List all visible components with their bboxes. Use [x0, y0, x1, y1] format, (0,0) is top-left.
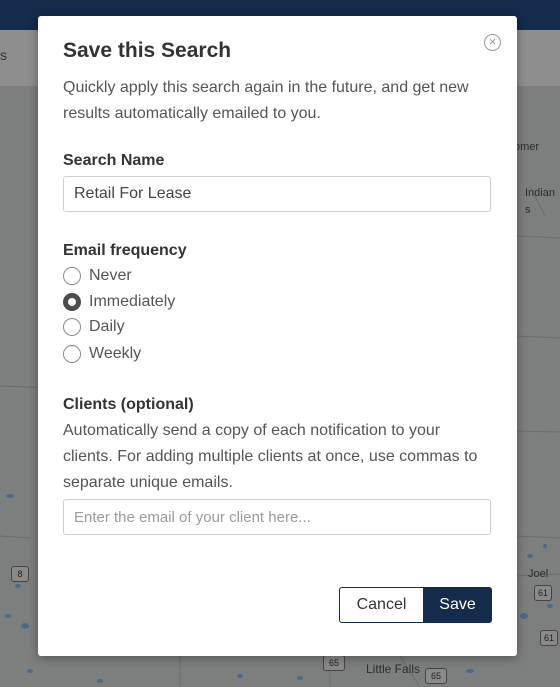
- highway-shield: 61: [534, 585, 552, 601]
- clients-label: Clients (optional): [63, 396, 194, 413]
- save-button[interactable]: Save: [423, 587, 492, 623]
- search-name-label: Search Name: [63, 152, 165, 169]
- email-frequency-label: Email frequency: [63, 242, 187, 259]
- map-place-label: s: [525, 204, 531, 216]
- radio-label: Immediately: [89, 293, 176, 310]
- filter-bar-text: s: [0, 47, 7, 63]
- frequency-option-never[interactable]: Never: [63, 265, 132, 287]
- radio-button[interactable]: [63, 267, 81, 285]
- radio-label: Never: [89, 267, 132, 284]
- modal-subtitle: Quickly apply this search again in the f…: [63, 79, 469, 122]
- highway-shield: 65: [425, 668, 447, 684]
- map-place-label: Little Falls: [366, 662, 421, 676]
- highway-shield: 8: [11, 566, 29, 582]
- frequency-option-daily[interactable]: Daily: [63, 316, 125, 338]
- clients-help-text: Automatically send a copy of each notifi…: [63, 422, 478, 491]
- map-place-label: omer: [514, 141, 540, 153]
- save-search-modal: × Save this Search Quickly apply this se…: [38, 16, 517, 656]
- frequency-option-weekly[interactable]: Weekly: [63, 343, 141, 365]
- client-email-input[interactable]: [63, 499, 491, 535]
- radio-button[interactable]: [63, 345, 81, 363]
- radio-button-selected[interactable]: [63, 293, 81, 311]
- radio-label: Weekly: [89, 345, 142, 362]
- radio-button[interactable]: [63, 318, 81, 336]
- map-place-label: Joel: [528, 568, 549, 580]
- cancel-button[interactable]: Cancel: [339, 587, 424, 623]
- frequency-option-immediately[interactable]: Immediately: [63, 291, 175, 313]
- highway-shield: 65: [323, 655, 345, 671]
- close-circle-icon[interactable]: ×: [484, 34, 501, 51]
- highway-shield: 61: [540, 630, 558, 646]
- map-place-label: Indian: [525, 187, 555, 199]
- modal-title: Save this Search: [63, 39, 232, 62]
- search-name-input[interactable]: [63, 176, 491, 212]
- radio-label: Daily: [89, 318, 125, 335]
